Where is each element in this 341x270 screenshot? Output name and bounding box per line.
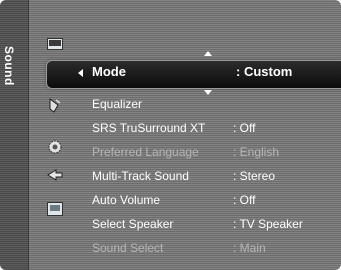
- sound-side-tab: Sound: [0, 0, 29, 270]
- picture-icon[interactable]: [47, 36, 63, 52]
- down-arrow-icon[interactable]: [204, 90, 212, 95]
- menu-item-equalizer[interactable]: Equalizer: [92, 97, 341, 115]
- menu-item-label: Select Speaker: [92, 217, 174, 231]
- left-arrow-icon[interactable]: [78, 69, 83, 77]
- mode-value[interactable]: : Custom: [236, 64, 292, 79]
- menu-item-value: : Off: [233, 121, 256, 135]
- mode-label[interactable]: Mode: [92, 64, 126, 79]
- menu-item-label: Preferred Language: [92, 145, 199, 159]
- selected-menu-bar[interactable]: [46, 60, 341, 89]
- menu-icon-column: [28, 0, 78, 270]
- menu-item-label: Multi-Track Sound: [92, 169, 189, 183]
- menu-item-label: SRS TruSurround XT: [92, 121, 206, 135]
- menu-item-auto-volume[interactable]: Auto Volume : Off: [92, 193, 341, 211]
- menu-item-srs-trusurround[interactable]: SRS TruSurround XT : Off: [92, 121, 341, 139]
- menu-item-value: : Off: [233, 193, 256, 207]
- menu-item-label: Auto Volume: [92, 193, 161, 207]
- input-icon[interactable]: [47, 167, 63, 183]
- setup-icon[interactable]: [47, 139, 63, 155]
- menu-item-value: : English: [233, 145, 280, 159]
- menu-item-value: : Stereo: [233, 169, 276, 183]
- menu-item-multi-track-sound[interactable]: Multi-Track Sound : Stereo: [92, 169, 341, 187]
- menu-item-label: Sound Select: [92, 241, 164, 255]
- menu-item-value: : TV Speaker: [233, 217, 303, 231]
- menu-item-value: : Main: [233, 241, 266, 255]
- channel-icon[interactable]: [47, 97, 63, 113]
- menu-item-label: Equalizer: [92, 97, 143, 111]
- application-icon[interactable]: [47, 201, 63, 217]
- menu-item-sound-select: Sound Select : Main: [92, 241, 341, 259]
- menu-item-preferred-language: Preferred Language : English: [92, 145, 341, 163]
- menu-item-select-speaker[interactable]: Select Speaker : TV Speaker: [92, 217, 341, 235]
- side-tab-label: Sound: [2, 46, 16, 86]
- osd-menu-panel: Sound Mode : Custom Equalizer SRS TruSur…: [0, 0, 341, 270]
- up-arrow-icon[interactable]: [204, 51, 212, 56]
